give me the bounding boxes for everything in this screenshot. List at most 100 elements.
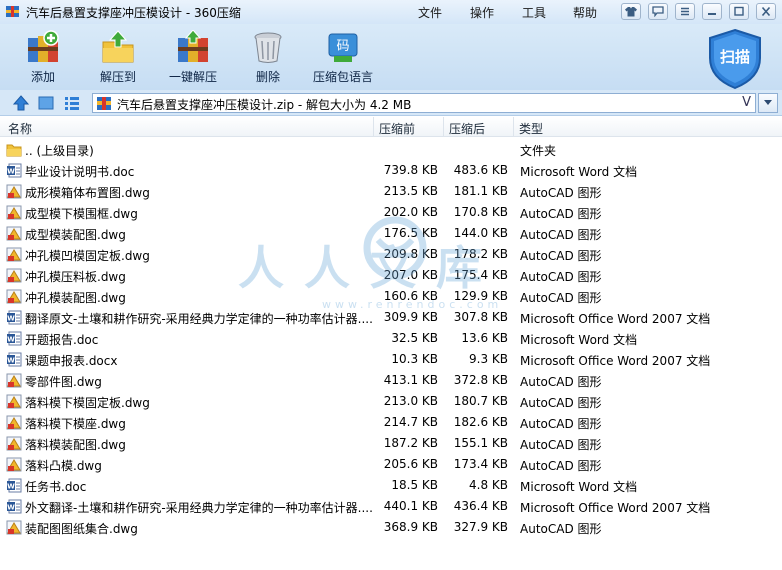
close-button[interactable] <box>756 3 776 20</box>
chat-bubble-icon <box>652 6 664 18</box>
address-history-toggle[interactable]: V <box>742 95 751 110</box>
file-row[interactable]: 落料模装配图.dwg 187.2 KB 155.1 KB AutoCAD 图形 <box>0 433 782 454</box>
list-view-icon[interactable] <box>64 95 80 111</box>
icon-view-icon[interactable] <box>38 95 54 111</box>
file-row[interactable]: 零部件图.dwg 413.1 KB 372.8 KB AutoCAD 图形 <box>0 370 782 391</box>
file-row[interactable]: 落料模下模座.dwg 214.7 KB 182.6 KB AutoCAD 图形 <box>0 412 782 433</box>
file-row[interactable]: W 开题报告.doc 32.5 KB 13.6 KB Microsoft Word 文档 <box>0 328 782 349</box>
file-type: Microsoft Word 文档 <box>520 165 638 179</box>
extract-to-button[interactable]: 解压到 <box>80 30 156 88</box>
file-size: 205.6 KB <box>383 457 438 471</box>
extract-to-icon <box>102 30 134 63</box>
column-divider[interactable] <box>373 117 374 137</box>
file-type: Microsoft Word 文档 <box>520 480 638 494</box>
dwg-file-icon <box>6 205 22 220</box>
file-size: 209.8 KB <box>383 247 438 261</box>
menu-help[interactable]: 帮助 <box>573 4 597 21</box>
file-row[interactable]: 装配图图纸集合.dwg 368.9 KB 327.9 KB AutoCAD 图形 <box>0 517 782 538</box>
file-size: 10.3 KB <box>391 352 438 366</box>
file-type: AutoCAD 图形 <box>520 459 602 473</box>
column-size[interactable]: 压缩前 <box>379 120 415 137</box>
column-divider[interactable] <box>513 117 514 137</box>
column-type[interactable]: 类型 <box>519 120 543 137</box>
one-click-extract-icon <box>178 30 208 62</box>
folder-file-icon <box>6 144 22 157</box>
file-size: 213.0 KB <box>383 394 438 408</box>
file-row[interactable]: W 毕业设计说明书.doc 739.8 KB 483.6 KB Microsoft Wo… <box>0 160 782 181</box>
file-row[interactable]: 成形模箱体布置图.dwg 213.5 KB 181.1 KB AutoCAD 图形 <box>0 181 782 202</box>
archive-language-label: 压缩包语言 <box>312 70 373 84</box>
file-row[interactable]: 冲孔模压料板.dwg 207.0 KB 175.4 KB AutoCAD 图形 <box>0 265 782 286</box>
file-size: 176.5 KB <box>383 226 438 240</box>
file-row[interactable]: W 外文翻译-土壤和耕作研究-采用经典力学定律的一种功率估计器.... 440.1 … <box>0 496 782 517</box>
trash-can-icon <box>254 32 282 63</box>
column-name[interactable]: 名称 <box>8 120 32 137</box>
file-name: 落料凸模.dwg <box>25 459 102 473</box>
file-type: Microsoft Office Word 2007 文档 <box>520 312 711 326</box>
file-name: 落料模下模座.dwg <box>25 417 126 431</box>
maximize-button[interactable] <box>729 3 749 20</box>
scan-button[interactable]: 扫描 <box>706 28 764 90</box>
svg-text:W: W <box>7 336 15 344</box>
file-row[interactable]: 落料模下模固定板.dwg 213.0 KB 180.7 KB AutoCAD 图形 <box>0 391 782 412</box>
file-compressed-size: 178.2 KB <box>453 247 508 261</box>
dwg-file-icon <box>6 457 22 472</box>
file-name: 落料模下模固定板.dwg <box>25 396 150 410</box>
file-row[interactable]: 冲孔模凹模固定板.dwg 209.8 KB 178.2 KB AutoCAD 图形 <box>0 244 782 265</box>
file-row[interactable]: .. (上级目录) 文件夹 <box>0 139 782 160</box>
maximize-icon <box>734 6 744 16</box>
svg-text:W: W <box>7 504 15 512</box>
file-compressed-size: 181.1 KB <box>453 184 508 198</box>
column-compressed[interactable]: 压缩后 <box>449 120 485 137</box>
word-file-icon: W <box>7 331 22 346</box>
file-row[interactable]: W 翻译原文-土壤和耕作研究-采用经典力学定律的一种功率估计器.... 309.9 … <box>0 307 782 328</box>
up-arrow-icon[interactable] <box>13 95 29 111</box>
file-size: 187.2 KB <box>383 436 438 450</box>
close-icon <box>761 6 771 17</box>
delete-button[interactable]: 删除 <box>230 30 306 88</box>
file-compressed-size: 436.4 KB <box>453 499 508 513</box>
file-row[interactable]: 成型模装配图.dwg 176.5 KB 144.0 KB AutoCAD 图形 <box>0 223 782 244</box>
address-dropdown-button[interactable] <box>758 93 778 113</box>
feedback-button[interactable] <box>648 3 668 20</box>
menu-tools[interactable]: 工具 <box>522 4 546 21</box>
skin-button[interactable] <box>621 3 641 20</box>
dwg-file-icon <box>6 415 22 430</box>
file-compressed-size: 180.7 KB <box>453 394 508 408</box>
delete-label: 删除 <box>255 70 280 84</box>
add-button[interactable]: 添加 <box>5 30 81 88</box>
file-row[interactable]: W 课题申报表.docx 10.3 KB 9.3 KB Microsoft Office… <box>0 349 782 370</box>
menu-button[interactable] <box>675 3 695 20</box>
file-compressed-size: 129.9 KB <box>453 289 508 303</box>
dwg-file-icon <box>6 520 22 535</box>
column-divider[interactable] <box>443 117 444 137</box>
file-type: AutoCAD 图形 <box>520 522 602 536</box>
file-type: AutoCAD 图形 <box>520 228 602 242</box>
menu-file[interactable]: 文件 <box>418 4 442 21</box>
address-bar: 汽车后悬置支撑座冲压模设计.zip - 解包大小为 4.2 MB V <box>0 90 782 116</box>
file-row[interactable]: W 任务书.doc 18.5 KB 4.8 KB Microsoft Word 文档 <box>0 475 782 496</box>
add-books-icon <box>28 30 59 62</box>
file-size: 739.8 KB <box>383 163 438 177</box>
file-type: Microsoft Word 文档 <box>520 333 638 347</box>
one-click-extract-button[interactable]: 一键解压 <box>155 30 231 88</box>
window-title: 汽车后悬置支撑座冲压模设计 - 360压缩 <box>26 6 241 20</box>
zip-archive-icon <box>97 97 111 110</box>
archive-language-button[interactable]: 码 压缩包语言 <box>305 30 381 88</box>
file-type: AutoCAD 图形 <box>520 207 602 221</box>
file-row[interactable]: 冲孔模装配图.dwg 160.6 KB 129.9 KB AutoCAD 图形 <box>0 286 782 307</box>
file-type: AutoCAD 图形 <box>520 396 602 410</box>
file-name: 零部件图.dwg <box>25 375 102 389</box>
menu-operation[interactable]: 操作 <box>470 4 494 21</box>
file-row[interactable]: 成型模下模围框.dwg 202.0 KB 170.8 KB AutoCAD 图形 <box>0 202 782 223</box>
file-type: AutoCAD 图形 <box>520 417 602 431</box>
file-type: AutoCAD 图形 <box>520 375 602 389</box>
address-field[interactable]: 汽车后悬置支撑座冲压模设计.zip - 解包大小为 4.2 MB V <box>92 93 756 113</box>
dwg-file-icon <box>6 268 22 283</box>
file-type: Microsoft Office Word 2007 文档 <box>520 354 711 368</box>
add-label: 添加 <box>30 70 55 84</box>
file-row[interactable]: 落料凸模.dwg 205.6 KB 173.4 KB AutoCAD 图形 <box>0 454 782 475</box>
file-compressed-size: 144.0 KB <box>453 226 508 240</box>
file-type: AutoCAD 图形 <box>520 270 602 284</box>
minimize-button[interactable] <box>702 3 722 20</box>
